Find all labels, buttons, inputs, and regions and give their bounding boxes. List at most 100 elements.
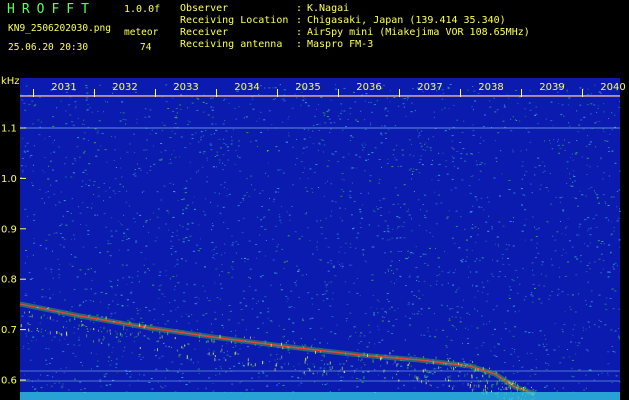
noise-speck	[325, 290, 328, 292]
noise-speck	[265, 375, 268, 377]
noise-speck	[61, 387, 63, 389]
noise-speck	[116, 303, 119, 305]
noise-speck	[378, 182, 380, 184]
noise-speck	[183, 292, 186, 294]
noise-speck	[567, 349, 569, 350]
noise-speck	[480, 162, 483, 164]
noise-speck	[596, 111, 598, 113]
noise-speck	[85, 85, 88, 86]
noise-speck	[515, 119, 517, 121]
noise-speck	[211, 123, 214, 125]
noise-speck	[152, 284, 155, 286]
trace-speck	[435, 356, 437, 359]
noise-speck	[122, 356, 124, 358]
noise-speck	[446, 173, 449, 175]
noise-speck	[567, 91, 569, 93]
noise-speck	[387, 228, 390, 230]
noise-speck	[79, 381, 82, 383]
noise-speck	[62, 351, 65, 353]
noise-speck	[482, 126, 485, 127]
noise-speck	[50, 358, 53, 360]
trace-speck	[106, 329, 108, 333]
noise-speck	[544, 386, 547, 388]
noise-speck	[535, 113, 538, 115]
noise-speck	[325, 217, 327, 219]
noise-speck	[425, 379, 427, 380]
noise-speck	[611, 129, 613, 131]
noise-speck	[94, 247, 97, 249]
trace-speck	[214, 358, 216, 362]
noise-speck	[416, 280, 418, 281]
noise-speck	[345, 318, 348, 319]
noise-speck	[205, 387, 207, 389]
noise-speck	[332, 292, 334, 294]
trace-speck	[453, 359, 454, 362]
time-tick-label: 2032	[112, 82, 137, 93]
noise-speck	[45, 359, 47, 361]
noise-speck	[493, 354, 496, 356]
noise-speck	[300, 161, 303, 163]
noise-speck	[259, 276, 262, 278]
noise-speck	[294, 369, 296, 370]
noise-speck	[231, 244, 234, 246]
trace-speck	[474, 364, 476, 366]
noise-speck	[590, 93, 592, 95]
noise-speck	[285, 141, 288, 143]
noise-speck	[446, 305, 448, 307]
noise-speck	[588, 143, 591, 145]
noise-speck	[56, 107, 58, 109]
noise-speck	[343, 179, 345, 181]
noise-speck	[425, 142, 427, 144]
noise-speck	[569, 178, 571, 180]
noise-speck	[187, 120, 189, 122]
noise-speck	[181, 199, 184, 201]
noise-speck	[384, 252, 387, 254]
noise-speck	[161, 355, 164, 357]
noise-speck	[341, 110, 343, 112]
noise-speck	[162, 122, 163, 124]
noise-speck	[252, 108, 255, 110]
noise-speck	[367, 153, 370, 155]
noise-speck	[537, 123, 539, 125]
noise-speck	[408, 256, 409, 258]
noise-speck	[422, 149, 424, 151]
noise-speck	[426, 230, 428, 232]
noise-speck	[581, 156, 584, 158]
noise-speck	[402, 103, 405, 105]
noise-speck	[136, 118, 138, 120]
noise-speck	[287, 132, 289, 134]
noise-speck	[213, 106, 215, 108]
trace-speck	[515, 382, 517, 384]
noise-speck	[47, 332, 49, 334]
noise-speck	[84, 169, 87, 171]
noise-speck	[232, 268, 234, 270]
trace-speck	[312, 363, 314, 365]
noise-speck	[438, 163, 441, 165]
noise-speck	[235, 252, 237, 254]
noise-speck	[46, 384, 48, 386]
trace-speck	[137, 332, 139, 336]
noise-speck	[52, 125, 55, 127]
noise-speck	[279, 84, 281, 86]
trace-speck	[383, 380, 385, 382]
noise-speck	[312, 253, 314, 255]
noise-speck	[172, 216, 175, 218]
noise-speck	[31, 278, 34, 279]
trace-speck	[242, 362, 243, 364]
noise-speck	[532, 332, 534, 334]
trace-speck	[470, 381, 472, 383]
noise-speck	[606, 297, 608, 299]
noise-speck	[105, 384, 108, 386]
noise-speck	[532, 389, 535, 391]
noise-speck	[263, 362, 265, 364]
noise-speck	[247, 276, 250, 278]
trace-speck	[93, 328, 95, 331]
noise-speck	[497, 244, 499, 246]
noise-speck	[87, 230, 90, 232]
noise-speck	[251, 389, 254, 391]
trace-speck	[323, 369, 325, 373]
noise-speck	[93, 184, 95, 186]
noise-speck	[206, 176, 208, 178]
noise-speck	[26, 150, 29, 152]
noise-speck	[355, 119, 357, 121]
